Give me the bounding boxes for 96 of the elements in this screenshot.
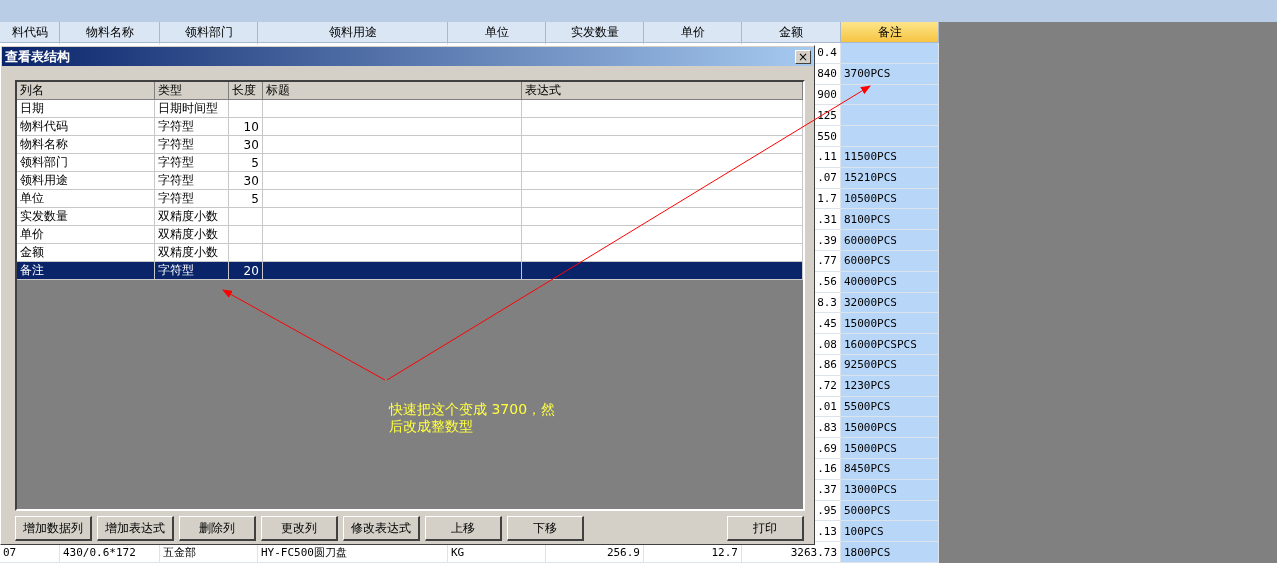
table-cell[interactable] xyxy=(522,190,803,208)
table-cell[interactable] xyxy=(262,172,523,190)
table-cell[interactable]: 领料用途 xyxy=(17,172,156,190)
annotation-text: 快速把这个变成 3700，然后改成整数型 xyxy=(389,401,557,435)
table-cell[interactable] xyxy=(262,208,523,226)
dialog-button[interactable]: 增加数据列 xyxy=(15,516,92,541)
table-cell: 92500PCS xyxy=(841,354,939,376)
table-cell: 1230PCS xyxy=(841,375,939,397)
table-cell[interactable] xyxy=(522,262,803,280)
table-cell: 1800PCS xyxy=(841,542,939,563)
table-cell[interactable]: 5 xyxy=(228,190,263,208)
column-header[interactable]: 单价 xyxy=(644,22,742,43)
dialog-button[interactable]: 打印 xyxy=(727,516,804,541)
table-cell[interactable]: 20 xyxy=(228,262,263,280)
table-cell[interactable]: 物料代码 xyxy=(17,118,156,136)
table-cell[interactable] xyxy=(522,100,803,118)
table-cell[interactable] xyxy=(522,226,803,244)
table-cell[interactable] xyxy=(522,172,803,190)
table-cell: 3700PCS xyxy=(841,63,939,85)
table-cell[interactable] xyxy=(228,244,263,262)
table-cell[interactable] xyxy=(228,226,263,244)
table-cell[interactable]: 10 xyxy=(228,118,263,136)
table-cell[interactable] xyxy=(262,118,523,136)
table-cell[interactable]: 字符型 xyxy=(155,136,229,154)
table-cell[interactable]: 日期 xyxy=(17,100,156,118)
close-button[interactable]: × xyxy=(795,49,811,64)
table-cell: 8450PCS xyxy=(841,458,939,480)
table-cell[interactable] xyxy=(228,208,263,226)
column-header[interactable]: 金额 xyxy=(742,22,841,43)
dialog-button[interactable]: 下移 xyxy=(507,516,584,541)
column-header[interactable]: 单位 xyxy=(448,22,546,43)
table-cell[interactable]: 30 xyxy=(228,136,263,154)
dialog-button[interactable]: 删除列 xyxy=(179,516,256,541)
table-cell[interactable]: 字符型 xyxy=(155,190,229,208)
column-header[interactable]: 领料部门 xyxy=(160,22,258,43)
table-cell[interactable]: 字符型 xyxy=(155,262,229,280)
table-cell[interactable] xyxy=(262,190,523,208)
table-cell[interactable]: 双精度小数 xyxy=(155,226,229,244)
table-cell: 40000PCS xyxy=(841,271,939,293)
column-header[interactable]: 实发数量 xyxy=(546,22,644,43)
table-cell[interactable] xyxy=(522,136,803,154)
column-header[interactable]: 表达式 xyxy=(522,82,803,100)
table-cell[interactable]: 双精度小数 xyxy=(155,208,229,226)
column-header[interactable]: 标题 xyxy=(262,82,523,100)
table-cell: 100PCS xyxy=(841,521,939,543)
column-header[interactable]: 领料用途 xyxy=(258,22,448,43)
table-cell[interactable]: 字符型 xyxy=(155,154,229,172)
table-cell[interactable] xyxy=(228,100,263,118)
column-header[interactable]: 备注 xyxy=(841,22,939,43)
column-header[interactable]: 料代码 xyxy=(0,22,60,43)
table-cell[interactable]: 单位 xyxy=(17,190,156,208)
dialog-button[interactable]: 上移 xyxy=(425,516,502,541)
table-cell[interactable]: 金额 xyxy=(17,244,156,262)
table-cell[interactable] xyxy=(522,244,803,262)
table-cell: 5500PCS xyxy=(841,396,939,418)
table-cell: 11500PCS xyxy=(841,147,939,168)
dialog-title: 查看表结构 xyxy=(5,47,70,66)
table-cell: 15000PCS xyxy=(841,417,939,439)
table-cell[interactable] xyxy=(522,118,803,136)
table-cell: 6000PCS xyxy=(841,250,939,272)
table-cell[interactable]: 领料部门 xyxy=(17,154,156,172)
dialog-button[interactable]: 修改表达式 xyxy=(343,516,420,541)
table-cell[interactable]: 双精度小数 xyxy=(155,244,229,262)
table-cell[interactable]: 字符型 xyxy=(155,172,229,190)
column-header[interactable]: 长度 xyxy=(228,82,263,100)
table-cell[interactable]: 字符型 xyxy=(155,118,229,136)
table-cell[interactable]: 5 xyxy=(228,154,263,172)
table-cell: 15210PCS xyxy=(841,167,939,189)
table-cell: 16000PCSPCS xyxy=(841,334,939,355)
table-cell: 5000PCS xyxy=(841,500,939,522)
dialog-button[interactable]: 增加表达式 xyxy=(97,516,174,541)
table-cell: 8100PCS xyxy=(841,209,939,231)
table-cell[interactable] xyxy=(262,244,523,262)
table-cell[interactable]: 备注 xyxy=(17,262,156,280)
table-cell[interactable]: 日期时间型 xyxy=(155,100,229,118)
column-header[interactable]: 列名 xyxy=(17,82,156,100)
table-cell[interactable]: 实发数量 xyxy=(17,208,156,226)
table-cell[interactable] xyxy=(262,226,523,244)
table-cell: 10500PCS xyxy=(841,188,939,210)
table-cell[interactable] xyxy=(262,262,523,280)
table-cell[interactable] xyxy=(522,154,803,172)
table-cell: 13000PCS xyxy=(841,479,939,501)
table-cell[interactable] xyxy=(522,208,803,226)
column-header[interactable]: 物料名称 xyxy=(60,22,160,43)
table-cell: 60000PCS xyxy=(841,230,939,251)
table-cell[interactable]: 单价 xyxy=(17,226,156,244)
table-cell[interactable] xyxy=(262,100,523,118)
table-cell[interactable]: 物料名称 xyxy=(17,136,156,154)
dialog-button[interactable]: 更改列 xyxy=(261,516,338,541)
table-cell: 15000PCS xyxy=(841,313,939,335)
table-cell[interactable] xyxy=(262,154,523,172)
table-cell[interactable] xyxy=(262,136,523,154)
table-cell: 15000PCS xyxy=(841,438,939,459)
table-cell: 32000PCS xyxy=(841,292,939,314)
column-header[interactable]: 类型 xyxy=(155,82,229,100)
table-cell[interactable]: 30 xyxy=(228,172,263,190)
